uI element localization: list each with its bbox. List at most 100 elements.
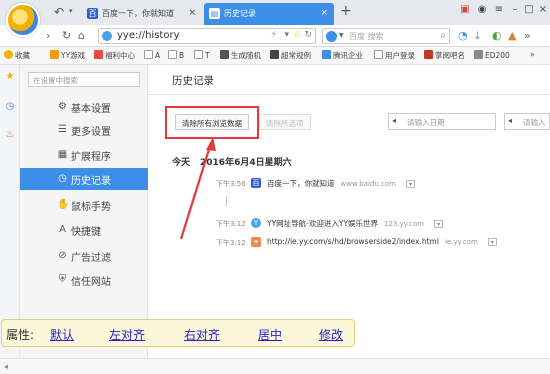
close-icon[interactable]: × <box>536 4 550 15</box>
edit-link[interactable]: 修改 <box>319 326 343 343</box>
refresh-icon[interactable]: ↻ <box>62 29 71 42</box>
folder-icon <box>144 50 153 59</box>
tab-label: 历史记录 <box>224 9 256 18</box>
sidebar-item-mouse-gestures[interactable]: ✋ 鼠标手势 <box>20 194 148 216</box>
skin-icon[interactable]: ◉ <box>475 4 489 15</box>
bookmark-item[interactable]: 福利中心 <box>94 50 135 61</box>
search-placeholder[interactable]: 百度 搜索 <box>349 31 384 42</box>
bookmark-item[interactable]: 收藏 <box>4 50 30 61</box>
entry-title[interactable]: YY网址导航-欢迎进入YY娱乐世界 <box>267 219 378 228</box>
overflow-icon[interactable]: » <box>524 29 531 42</box>
bookmark-item[interactable]: 用户登录 <box>374 50 415 61</box>
bookmark-item[interactable]: YY游戏 <box>50 50 85 61</box>
forward-icon[interactable]: › <box>46 29 50 42</box>
site-favicon: 百 <box>251 178 261 188</box>
history-entry[interactable]: 下午3:56 百 百度一下，你就知道 www.baidu.com ▾ <box>148 177 550 191</box>
sidebar-item-basic-settings[interactable]: ⚙ 基本设置 <box>20 96 148 118</box>
back-arrow-icon[interactable]: ↶ <box>54 5 70 19</box>
sidebar-item-label: 扩展程序 <box>71 152 111 163</box>
bookmark-item[interactable]: 腾讯企业 <box>322 50 363 61</box>
site-favicon: Y <box>251 218 261 228</box>
bookmark-item[interactable]: 掌阅吧名 <box>424 50 465 61</box>
account-icon[interactable]: ◔ <box>458 29 468 42</box>
property-toolbar: 属性: 默认 左对齐 右对齐 居中 修改 <box>1 319 355 347</box>
site-favicon: ✦ <box>251 237 261 247</box>
shortcut-icon: A <box>59 224 66 235</box>
close-tab-icon[interactable]: × <box>320 8 328 18</box>
minimize-icon[interactable]: – <box>508 4 522 15</box>
visit-time: 下午3:56 <box>216 180 246 188</box>
bookmark-icon <box>270 50 279 59</box>
close-tab-icon[interactable]: × <box>188 8 196 18</box>
bookmark-item[interactable]: 生成随机 <box>220 50 261 61</box>
extension-icon: ▦ <box>57 149 68 160</box>
entry-title[interactable]: http://ie.yy.com/s/hd/browserside2/index… <box>267 237 439 246</box>
bookmark-item[interactable]: ED200 <box>474 50 510 60</box>
chevron-down-icon[interactable]: ▾ <box>406 180 415 188</box>
history-dropdown-icon[interactable]: ▾ <box>69 7 77 17</box>
tools-icon[interactable]: ▲ <box>508 29 516 42</box>
reload-icon[interactable]: ↻ <box>304 30 312 40</box>
home-icon[interactable]: ⌂ <box>78 29 85 42</box>
tab-baidu[interactable]: 百 百度一下，你就知道 × <box>82 3 202 25</box>
sidebar-item-label: 基本设置 <box>71 104 111 115</box>
bookmark-item[interactable]: T <box>194 50 210 60</box>
sidebar-item-ad-filter[interactable]: ⊘ 广告过滤 <box>20 245 148 267</box>
fire-icon[interactable]: ♨ <box>4 129 16 141</box>
chevron-down-icon[interactable]: ▼ <box>339 32 344 39</box>
gift-icon[interactable]: ▣ <box>458 4 472 15</box>
lightning-icon[interactable]: ⚡ <box>271 30 277 40</box>
new-tab-button[interactable]: + <box>340 3 352 19</box>
sidebar-item-more-settings[interactable]: ☰ 更多设置 <box>20 119 148 141</box>
browser-logo[interactable] <box>6 3 40 37</box>
favorites-star-icon[interactable]: ★ <box>4 71 16 83</box>
entry-title[interactable]: 百度一下，你就知道 <box>267 179 335 188</box>
sidebar-item-history[interactable]: ◷ 历史记录 <box>20 168 154 190</box>
sidebar-item-trusted-sites[interactable]: ⛨ 信任网站 <box>20 269 148 291</box>
address-bar: › ↻ ⌂ yye://history ⚡ ▾ ☆ ↻ ▼ 百度 搜索 ⌕ ◔ … <box>0 25 550 47</box>
menu-icon[interactable]: ≡ <box>492 4 506 15</box>
align-right-link[interactable]: 右对齐 <box>184 326 220 343</box>
extension-bar-icon[interactable]: ◐ <box>492 29 502 42</box>
bookmark-item[interactable]: B <box>168 50 184 60</box>
chevron-down-icon[interactable]: ▾ <box>487 238 497 246</box>
settings-search-input[interactable]: 在设置中搜索 <box>28 72 140 87</box>
url-text[interactable]: yye://history <box>117 30 180 41</box>
history-entry[interactable]: 下午3:12 Y YY网址导航-欢迎进入YY娱乐世界 123.yy.com ▾ <box>148 217 550 231</box>
baidu-icon: 百 <box>87 8 98 19</box>
star-icon[interactable]: ☆ <box>293 30 301 40</box>
bookmark-item[interactable]: A <box>144 50 160 60</box>
site-info-icon[interactable] <box>102 31 112 41</box>
bookmarks-overflow-icon[interactable]: » <box>530 50 535 59</box>
search-box[interactable]: ▼ 百度 搜索 ⌕ <box>322 28 450 44</box>
clear-selected-button[interactable]: 清除所选项 <box>259 114 311 130</box>
scroll-arrow-icon[interactable]: ◂ <box>4 362 8 371</box>
search-icon[interactable]: ⌕ <box>440 30 446 41</box>
sidebar-item-label: 广告过滤 <box>71 253 111 264</box>
maximize-icon[interactable]: □ <box>522 4 536 15</box>
sidebar-item-label: 历史记录 <box>71 176 111 187</box>
page-title: 历史记录 <box>172 75 214 87</box>
date-input[interactable]: ◂ 请输入日期 <box>388 113 496 130</box>
download-icon[interactable]: ⤓ <box>475 29 480 43</box>
history-entry[interactable]: 下午3:12 ✦ http://ie.yy.com/s/hd/browsersi… <box>148 236 550 250</box>
default-link[interactable]: 默认 <box>50 326 74 343</box>
bookmark-item[interactable]: 超常规例 <box>270 50 311 61</box>
bookmark-icon <box>50 50 59 59</box>
url-field[interactable]: yye://history ⚡ ▾ ☆ ↻ <box>98 28 316 44</box>
calendar-arrow-icon: ◂ <box>392 116 397 125</box>
align-left-link[interactable]: 左对齐 <box>109 326 145 343</box>
sidebar-item-shortcuts[interactable]: A 快捷键 <box>20 219 148 241</box>
sidebar-item-extensions[interactable]: ▦ 扩展程序 <box>20 144 148 166</box>
title-bar: ↶ ▾ 百 百度一下，你就知道 × ▤ 历史记录 × + ▣ ◉ ≡ – □ × <box>0 0 550 25</box>
keyword-input[interactable]: ◂ 请输入 <box>504 113 550 130</box>
entry-domain: www.baidu.com <box>340 180 397 188</box>
clock-icon[interactable]: ◷ <box>4 101 16 113</box>
align-center-link[interactable]: 居中 <box>258 326 282 343</box>
mouse-gesture-icon: ✋ <box>57 199 70 210</box>
tab-history[interactable]: ▤ 历史记录 × <box>204 3 334 25</box>
dropdown-icon[interactable]: ▾ <box>284 30 289 40</box>
sidebar-item-label: 更多设置 <box>71 127 111 138</box>
chevron-down-icon[interactable]: ▾ <box>434 220 444 228</box>
search-engine-icon[interactable] <box>326 31 337 42</box>
